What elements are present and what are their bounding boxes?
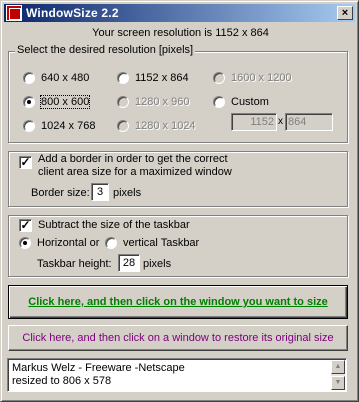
custom-height-input[interactable]: 864 xyxy=(285,113,333,131)
restore-window-button[interactable]: Click here, and then click on a window t… xyxy=(8,325,348,351)
radio-indicator[interactable] xyxy=(19,237,31,249)
subtract-taskbar-checkbox[interactable]: ✓ xyxy=(19,219,32,232)
radio-label: 1280 x 960 xyxy=(135,96,190,108)
border-group: ✓ Add a border in order to get the corre… xyxy=(8,151,348,207)
title-bar[interactable]: WindowSize 2.2 × xyxy=(4,4,355,22)
subtract-taskbar-label: Subtract the size of the taskbar xyxy=(38,219,190,231)
log-scrollbar[interactable]: ▲ ▼ xyxy=(331,360,345,390)
add-border-label-line2: client area size for a maximized window xyxy=(38,166,232,178)
taskbar-height-unit: pixels xyxy=(143,258,172,270)
radio-label: Custom xyxy=(231,96,269,108)
custom-width-input[interactable]: 1152 xyxy=(231,113,277,131)
resolution-group: Select the desired resolution [pixels] 6… xyxy=(8,44,348,143)
radio-indicator[interactable] xyxy=(23,96,35,108)
radio-indicator[interactable] xyxy=(23,120,35,132)
radio-indicator[interactable] xyxy=(117,72,129,84)
status-log-line: Markus Welz - Freeware -Netscape xyxy=(12,362,185,374)
restore-window-button-label: Click here, and then click on a window t… xyxy=(22,332,334,344)
window-title: WindowSize 2.2 xyxy=(26,6,119,20)
taskbar-height-input[interactable]: 28 xyxy=(118,254,140,272)
radio-indicator xyxy=(117,120,129,132)
radio-indicator xyxy=(117,96,129,108)
status-log[interactable]: Markus Welz - Freeware -Netscape resized… xyxy=(7,358,347,392)
radio-selected-dot xyxy=(23,241,27,245)
radio-label: Horizontal or xyxy=(37,237,100,249)
radio-indicator xyxy=(213,72,225,84)
resolution-group-label: Select the desired resolution [pixels] xyxy=(15,44,196,56)
radio-label: vertical Taskbar xyxy=(123,237,200,249)
radio-label: 800 x 600 xyxy=(39,95,91,109)
radio-selected-dot xyxy=(27,100,31,104)
radio-indicator[interactable] xyxy=(105,237,117,249)
add-border-label-line1: Add a border in order to get the correct xyxy=(38,153,228,165)
app-icon xyxy=(6,5,22,21)
radio-label: 1024 x 768 xyxy=(41,120,96,132)
radio-label: 1152 x 864 xyxy=(135,72,189,84)
scroll-up-icon[interactable]: ▲ xyxy=(331,360,345,374)
close-icon[interactable]: × xyxy=(337,6,353,20)
taskbar-group: ✓ Subtract the size of the taskbar Horiz… xyxy=(8,215,348,277)
app-window: WindowSize 2.2 × Your screen resolution … xyxy=(0,0,359,402)
add-border-checkbox[interactable]: ✓ xyxy=(19,156,32,169)
screen-resolution-info: Your screen resolution is 1152 x 864 xyxy=(92,27,269,39)
scroll-down-icon[interactable]: ▼ xyxy=(331,376,345,390)
radio-label: 1280 x 1024 xyxy=(135,120,196,132)
status-log-line: resized to 806 x 578 xyxy=(12,375,112,387)
taskbar-height-label: Taskbar height: xyxy=(37,258,112,270)
radio-label: 1600 x 1200 xyxy=(231,72,292,84)
radio-indicator[interactable] xyxy=(23,72,35,84)
border-size-input[interactable]: 3 xyxy=(91,183,109,201)
border-size-unit: pixels xyxy=(113,187,142,199)
radio-indicator[interactable] xyxy=(213,96,225,108)
resize-window-button[interactable]: Click here, and then click on the window… xyxy=(8,285,348,319)
resize-window-button-label: Click here, and then click on the window… xyxy=(28,296,328,308)
border-size-label: Border size: xyxy=(31,187,90,199)
custom-x-separator: x xyxy=(278,116,283,127)
radio-label: 640 x 480 xyxy=(41,72,90,84)
